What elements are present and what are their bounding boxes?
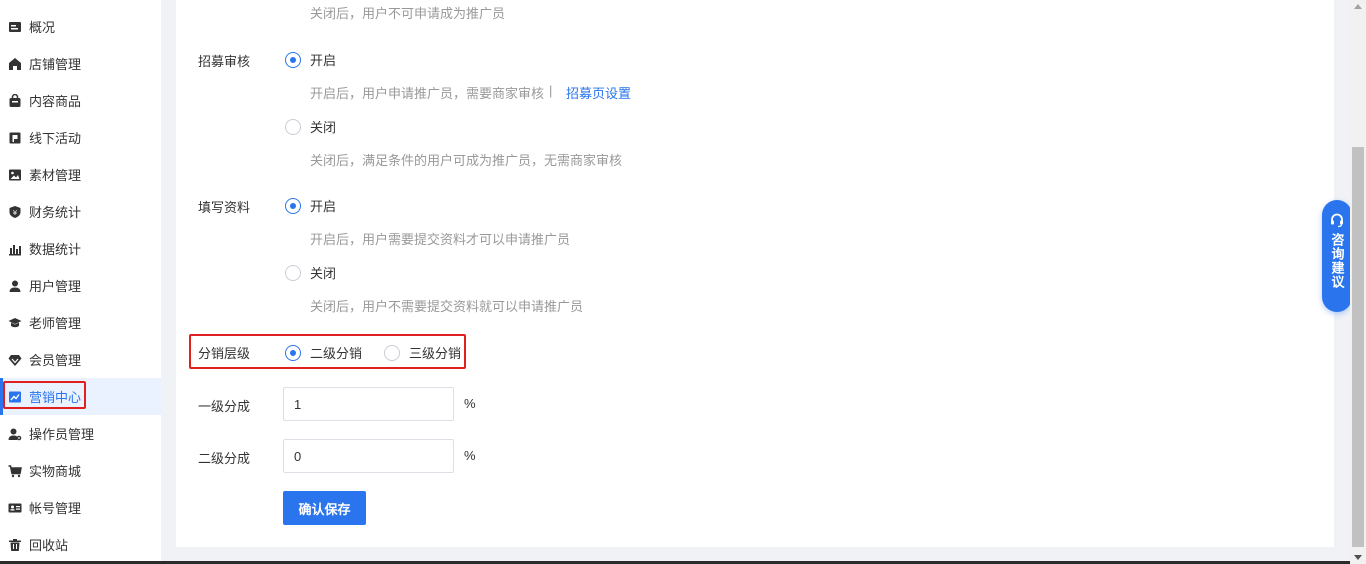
sidebar-item-finance[interactable]: ¥ 财务统计 xyxy=(0,193,161,230)
sidebar-item-content[interactable]: 内容商品 xyxy=(0,82,161,119)
bag-icon xyxy=(8,93,22,108)
svg-text:¥: ¥ xyxy=(13,209,18,217)
image-icon xyxy=(8,168,22,182)
recruit-review-label: 招募审核 xyxy=(198,54,251,69)
overview-icon xyxy=(8,20,22,34)
become-promoter-off-help: 关闭后，用户不可申请成为推广员 xyxy=(310,6,506,21)
radio-label: 三级分销 xyxy=(409,346,462,361)
user-icon xyxy=(8,279,22,293)
sidebar-item-label: 营销中心 xyxy=(29,390,82,405)
sidebar-item-store[interactable]: 店铺管理 xyxy=(0,45,161,82)
recruit-review-off-help: 关闭后，满足条件的用户可成为推广员，无需商家审核 xyxy=(310,153,623,168)
sidebar-item-label: 操作员管理 xyxy=(29,427,95,442)
distribution-level-label: 分销层级 xyxy=(198,346,251,361)
headset-icon xyxy=(1329,212,1345,228)
sidebar-item-accounts[interactable]: 帐号管理 xyxy=(0,489,161,526)
radio-circle xyxy=(285,264,301,281)
save-button[interactable]: 确认保存 xyxy=(283,491,366,525)
sidebar-item-label: 素材管理 xyxy=(29,168,82,183)
fill-info-on-radio[interactable]: 开启 xyxy=(285,196,336,215)
sidebar-item-teachers[interactable]: 老师管理 xyxy=(0,304,161,341)
radio-label: 关闭 xyxy=(310,120,337,135)
separator: | xyxy=(549,83,553,98)
recruit-review-on-radio[interactable]: 开启 xyxy=(285,50,336,69)
radio-label: 开启 xyxy=(310,53,337,68)
sidebar-item-label: 店铺管理 xyxy=(29,57,82,72)
sidebar-item-label: 帐号管理 xyxy=(29,501,82,516)
yen-shield-icon: ¥ xyxy=(8,205,22,219)
consult-label: 咨询建议 xyxy=(1329,233,1345,289)
distribution-level-two-radio[interactable]: 二级分销 xyxy=(285,343,362,362)
recruit-page-settings-link[interactable]: 招募页设置 xyxy=(566,83,631,102)
diamond-icon xyxy=(8,353,22,367)
recruit-review-on-help: 开启后，用户申请推广员，需要商家审核 xyxy=(310,86,545,101)
radio-label: 二级分销 xyxy=(310,346,363,361)
sidebar-item-material[interactable]: 素材管理 xyxy=(0,156,161,193)
radio-circle xyxy=(285,118,301,135)
sidebar-item-label: 内容商品 xyxy=(29,94,82,109)
scrollbar-thumb[interactable] xyxy=(1352,147,1364,547)
sidebar-item-label: 回收站 xyxy=(29,538,69,553)
store-icon xyxy=(8,57,22,71)
radio-circle xyxy=(384,344,400,361)
scroll-up-arrow[interactable] xyxy=(1350,0,1366,14)
sidebar-item-marketing[interactable]: 营销中心 xyxy=(0,378,161,415)
scroll-down-arrow[interactable] xyxy=(1350,550,1366,564)
sidebar-item-label: 用户管理 xyxy=(29,279,82,294)
sidebar-item-label: 概况 xyxy=(29,20,56,35)
sidebar-item-label: 财务统计 xyxy=(29,205,82,220)
fill-info-label: 填写资料 xyxy=(198,200,251,215)
graduation-cap-icon xyxy=(8,316,22,330)
sidebar-item-members[interactable]: 会员管理 xyxy=(0,341,161,378)
fill-info-off-help: 关闭后，用户不需要提交资料就可以申请推广员 xyxy=(310,299,584,314)
radio-label: 关闭 xyxy=(310,266,337,281)
level2-share-label: 二级分成 xyxy=(198,451,251,466)
radio-label: 开启 xyxy=(310,199,337,214)
sidebar-item-recycle[interactable]: 回收站 xyxy=(0,526,161,563)
bar-chart-icon xyxy=(8,242,22,256)
sidebar-item-mall[interactable]: 实物商城 xyxy=(0,452,161,489)
vertical-scrollbar[interactable] xyxy=(1350,0,1366,564)
sidebar-item-label: 实物商城 xyxy=(29,464,82,479)
level1-share-label: 一级分成 xyxy=(198,399,251,414)
distribution-level-three-radio[interactable]: 三级分销 xyxy=(384,343,461,362)
percent-unit: % xyxy=(464,396,476,411)
fill-info-off-radio[interactable]: 关闭 xyxy=(285,263,336,282)
radio-circle xyxy=(285,344,301,361)
consult-suggestion-button[interactable]: 咨询建议 xyxy=(1322,200,1352,312)
sidebar-item-label: 会员管理 xyxy=(29,353,82,368)
level1-share-input[interactable] xyxy=(283,387,454,421)
recruit-review-off-radio[interactable]: 关闭 xyxy=(285,117,336,136)
percent-unit: % xyxy=(464,448,476,463)
radio-circle xyxy=(285,51,301,68)
sidebar-item-offline[interactable]: 线下活动 xyxy=(0,119,161,156)
cart-icon xyxy=(8,464,22,478)
sidebar-item-data[interactable]: 数据统计 xyxy=(0,230,161,267)
sidebar-item-label: 线下活动 xyxy=(29,131,82,146)
sidebar-item-overview[interactable]: 概况 xyxy=(0,8,161,45)
flag-icon xyxy=(8,131,22,145)
radio-circle xyxy=(285,197,301,214)
fill-info-on-help: 开启后，用户需要提交资料才可以申请推广员 xyxy=(310,232,571,247)
level2-share-input[interactable] xyxy=(283,439,454,473)
trend-chart-icon xyxy=(8,390,22,404)
sidebar-item-label: 老师管理 xyxy=(29,316,82,331)
sidebar: 概况 店铺管理 内容商品 线下活动 素材管理 ¥ 财务统计 数据统计 用户管理 … xyxy=(0,0,161,564)
sidebar-item-label: 数据统计 xyxy=(29,242,82,257)
sidebar-item-operators[interactable]: 操作员管理 xyxy=(0,415,161,452)
sidebar-item-users[interactable]: 用户管理 xyxy=(0,267,161,304)
trash-icon xyxy=(8,538,22,552)
operator-icon xyxy=(8,427,22,441)
id-card-icon xyxy=(8,501,22,515)
